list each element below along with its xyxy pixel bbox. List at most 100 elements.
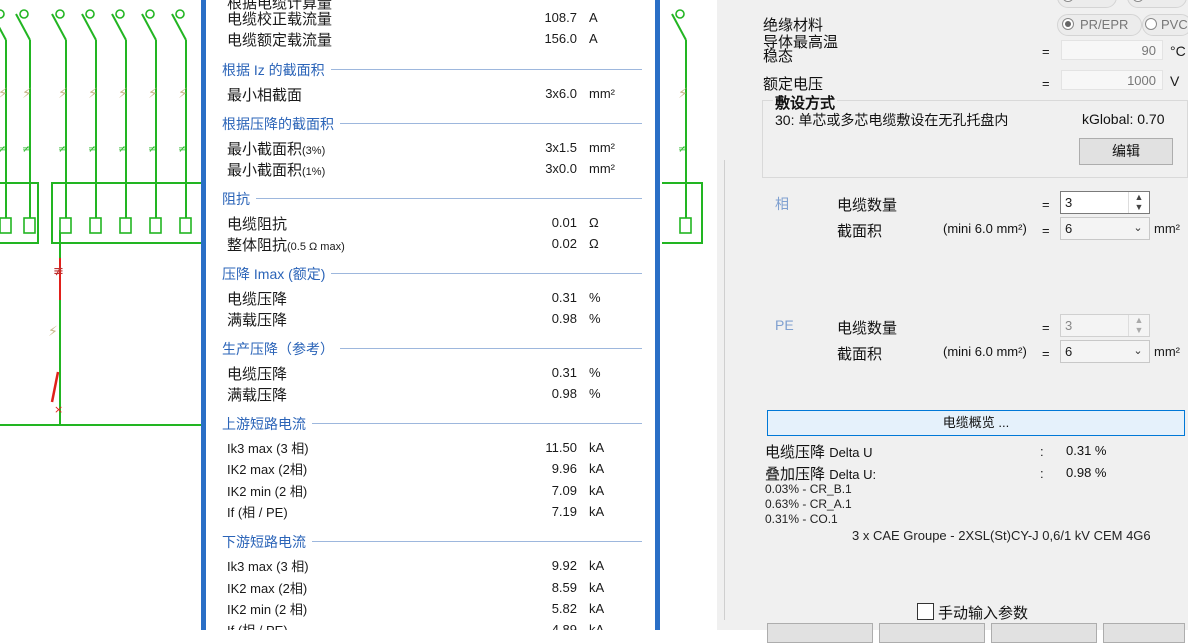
svg-text:≠: ≠ <box>678 144 686 155</box>
pe-section-unit: mm² <box>1154 344 1180 359</box>
manual-input-checkbox[interactable] <box>917 603 934 620</box>
result-row: 满载压降 0.98% <box>227 309 647 329</box>
result-value: 0.31 <box>551 365 577 380</box>
result-unit: A <box>589 10 598 25</box>
phase-section-label: 截面积 <box>837 223 883 240</box>
pe-count-eq: = <box>1042 320 1050 335</box>
radio-pvc[interactable]: PVC <box>1142 14 1188 36</box>
svg-text:×: × <box>54 403 63 416</box>
single-line-diagram-right-part[interactable]: ⚡≠ <box>662 0 718 630</box>
result-row: 电缆阻抗 0.01 Ω <box>227 213 647 233</box>
feeder-columns: ⚡ ≠ ⚡ ≠ ⚡ ≠ ⚡ ≠ ⚡ ≠ ⚡ ≠ ⚡ ≠ <box>0 9 192 234</box>
result-row: IK2 min (2 相) 5.82 kA <box>227 599 647 617</box>
result-label: If (相 / PE) <box>227 620 288 630</box>
radio-pr-epr[interactable]: PR/EPR <box>1057 14 1142 36</box>
section-header: 根据 Iz 的截面积 <box>222 60 642 80</box>
result-value: 7.09 <box>551 482 577 498</box>
result-row: IK2 min (2 相) 7.09 kA <box>227 481 647 499</box>
pe-section-label: 截面积 <box>837 346 883 363</box>
result-row: 电缆压降 0.31% <box>227 363 647 383</box>
result-label: IK2 min (2 相) <box>227 483 308 499</box>
result-unit: kA <box>589 600 605 616</box>
result-unit: mm² <box>589 86 615 101</box>
result-label: 最小截面积(1%) <box>227 162 326 179</box>
result-label: 电缆额定载流量 <box>227 32 333 49</box>
result-value: 9.92 <box>551 558 577 574</box>
pe-section-select[interactable]: 6 ⌄ <box>1060 340 1150 363</box>
result-unit: % <box>589 290 601 305</box>
single-line-diagram[interactable]: ⚡ ≠ ⚡ ≠ ⚡ ≠ ⚡ ≠ ⚡ ≠ ⚡ ≠ ⚡ ≠ ≢ ⚡ × <box>0 0 202 630</box>
result-value: 3x1.5 <box>545 140 577 155</box>
result-label: 整体阻抗(0.5 Ω max) <box>227 237 345 254</box>
result-label: IK2 max (2相) <box>227 462 308 478</box>
result-unit: kA <box>589 461 605 477</box>
result-label: IK2 min (2 相) <box>227 601 308 617</box>
bottom-button-4[interactable] <box>1103 623 1185 643</box>
result-value: 0.31 <box>551 290 577 305</box>
result-row: If (相 / PE) 4.89 kA <box>227 620 647 630</box>
max-temp-field[interactable]: 90 <box>1061 40 1163 60</box>
svg-text:⚡: ⚡ <box>0 86 8 102</box>
rated-voltage-field[interactable]: 1000 <box>1061 70 1163 90</box>
cable-overview-button[interactable]: 电缆概览 ... <box>767 410 1185 436</box>
pe-count-spinner[interactable]: 3 ▲ ▼ <box>1060 314 1150 337</box>
result-value: 3x0.0 <box>545 161 577 176</box>
result-value: 108.7 <box>544 10 577 25</box>
result-row: 最小截面积(3%) 3x1.5 mm² <box>227 138 647 158</box>
rated-voltage-eq: = <box>1042 76 1050 91</box>
stack-label: 叠加压降 Delta U: <box>765 466 877 483</box>
phase-count-spinner[interactable]: 3 ▲ ▼ <box>1060 191 1150 214</box>
svg-text:⚡: ⚡ <box>178 86 188 102</box>
result-label: 电缆压降 <box>227 366 288 383</box>
edit-laying-button[interactable]: 编辑 <box>1079 138 1173 165</box>
section-header: 压降 Imax (额定) <box>222 264 642 284</box>
svg-text:≠: ≠ <box>58 144 66 155</box>
result-label: 最小相截面 <box>227 87 303 104</box>
svg-text:≠: ≠ <box>148 144 156 155</box>
bottom-button-2[interactable] <box>879 623 985 643</box>
result-value: 0.01 <box>551 215 577 230</box>
top-radio-partial-1[interactable] <box>1057 0 1117 8</box>
phase-cable-count-label: 电缆数量 <box>837 197 898 214</box>
top-radio-partial-2[interactable] <box>1127 0 1187 8</box>
result-row: 最小相截面 3x6.0 mm² <box>227 84 647 104</box>
svg-text:≢: ≢ <box>53 264 64 279</box>
section-header: 下游短路电流 <box>222 532 642 553</box>
result-unit: kA <box>589 440 605 455</box>
svg-text:≠: ≠ <box>118 144 126 155</box>
laying-description: 30: 单芯或多芯电缆敷设在无孔托盘内 <box>775 112 1009 128</box>
cable-description: 3 x CAE Groupe - 2XSL(St)CY-J 0,6/1 kV C… <box>852 528 1151 543</box>
result-value: 0.98 <box>551 311 577 326</box>
result-unit: kA <box>589 503 605 519</box>
result-value: 3x6.0 <box>545 86 577 101</box>
result-value: 4.89 <box>551 622 577 630</box>
result-label: Ik3 max (3 相) <box>227 441 309 456</box>
stack-colon: : <box>1040 466 1044 481</box>
result-label: Ik3 max (3 相) <box>227 559 309 575</box>
result-value: 11.50 <box>545 440 577 455</box>
svg-text:⚡: ⚡ <box>88 86 98 102</box>
result-value: 7.19 <box>551 503 577 519</box>
section-header: 阻抗 <box>222 189 642 209</box>
max-temp-eq: = <box>1042 44 1050 59</box>
svg-text:≠: ≠ <box>88 144 96 155</box>
result-value: 156.0 <box>544 31 577 46</box>
result-unit: % <box>589 311 601 326</box>
result-row: 电缆额定载流量 156.0 A <box>227 29 647 49</box>
section-header: 生产压降（参考） <box>222 339 642 359</box>
section-header: 根据压降的截面积 <box>222 114 642 134</box>
result-label: If (相 / PE) <box>227 504 288 520</box>
result-unit: % <box>589 365 601 380</box>
result-row: 电缆校正载流量 108.7 A <box>227 8 647 28</box>
drop-line: 0.03% - CR_B.1 <box>765 482 852 496</box>
bottom-button-1[interactable] <box>767 623 873 643</box>
svg-text:≠: ≠ <box>178 144 186 155</box>
phase-label: 相 <box>775 196 789 212</box>
result-row: If (相 / PE) 7.19 kA <box>227 502 647 520</box>
result-row: IK2 max (2相) 9.96 kA <box>227 459 647 477</box>
phase-section-select[interactable]: 6 ⌄ <box>1060 217 1150 240</box>
svg-text:⚡: ⚡ <box>48 324 58 340</box>
result-label: 电缆校正载流量 <box>227 11 333 28</box>
pe-label: PE <box>775 317 794 333</box>
bottom-button-3[interactable] <box>991 623 1097 643</box>
